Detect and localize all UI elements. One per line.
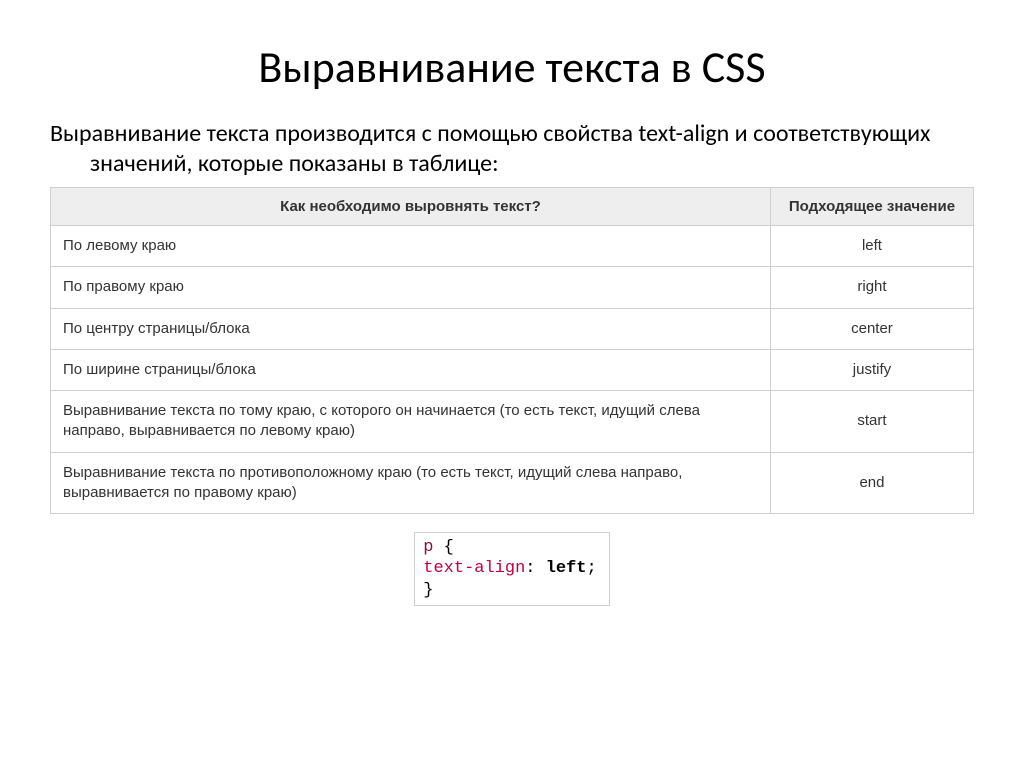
code-close-brace: } xyxy=(423,581,433,600)
slide: Выравнивание текста в CSS Выравнивание т… xyxy=(0,0,1024,626)
code-semicolon: ; xyxy=(587,559,597,578)
code-property: text-align xyxy=(423,559,525,578)
code-selector: p xyxy=(423,538,433,557)
table-cell-description: По центру страницы/блока xyxy=(51,308,771,349)
table-cell-description: По левому краю xyxy=(51,226,771,267)
table-header-value: Подходящее значение xyxy=(770,188,973,226)
table-cell-value: left xyxy=(770,226,973,267)
table-cell-value: start xyxy=(770,391,973,453)
code-colon: : xyxy=(525,559,545,578)
intro-paragraph: Выравнивание текста производится с помощ… xyxy=(50,119,974,179)
slide-title: Выравнивание текста в CSS xyxy=(50,40,974,94)
table-row: По правому краю right xyxy=(51,267,974,308)
table-row: По левому краю left xyxy=(51,226,974,267)
table-cell-description: Выравнивание текста по противоположному … xyxy=(51,452,771,514)
table-cell-description: Выравнивание текста по тому краю, с кото… xyxy=(51,391,771,453)
table-row: Выравнивание текста по тому краю, с кото… xyxy=(51,391,974,453)
table-cell-value: justify xyxy=(770,349,973,390)
code-example: p { text-align: left; } xyxy=(414,532,609,606)
table-cell-value: right xyxy=(770,267,973,308)
table-row: Выравнивание текста по противоположному … xyxy=(51,452,974,514)
code-open-brace: { xyxy=(433,538,453,557)
table-cell-description: По правому краю xyxy=(51,267,771,308)
table-cell-value: end xyxy=(770,452,973,514)
table-row: По ширине страницы/блока justify xyxy=(51,349,974,390)
table-header-description: Как необходимо выровнять текст? xyxy=(51,188,771,226)
values-table: Как необходимо выровнять текст? Подходящ… xyxy=(50,187,974,514)
table-cell-value: center xyxy=(770,308,973,349)
code-value: left xyxy=(546,559,587,578)
table-cell-description: По ширине страницы/блока xyxy=(51,349,771,390)
table-row: По центру страницы/блока center xyxy=(51,308,974,349)
code-example-wrapper: p { text-align: left; } xyxy=(50,532,974,606)
